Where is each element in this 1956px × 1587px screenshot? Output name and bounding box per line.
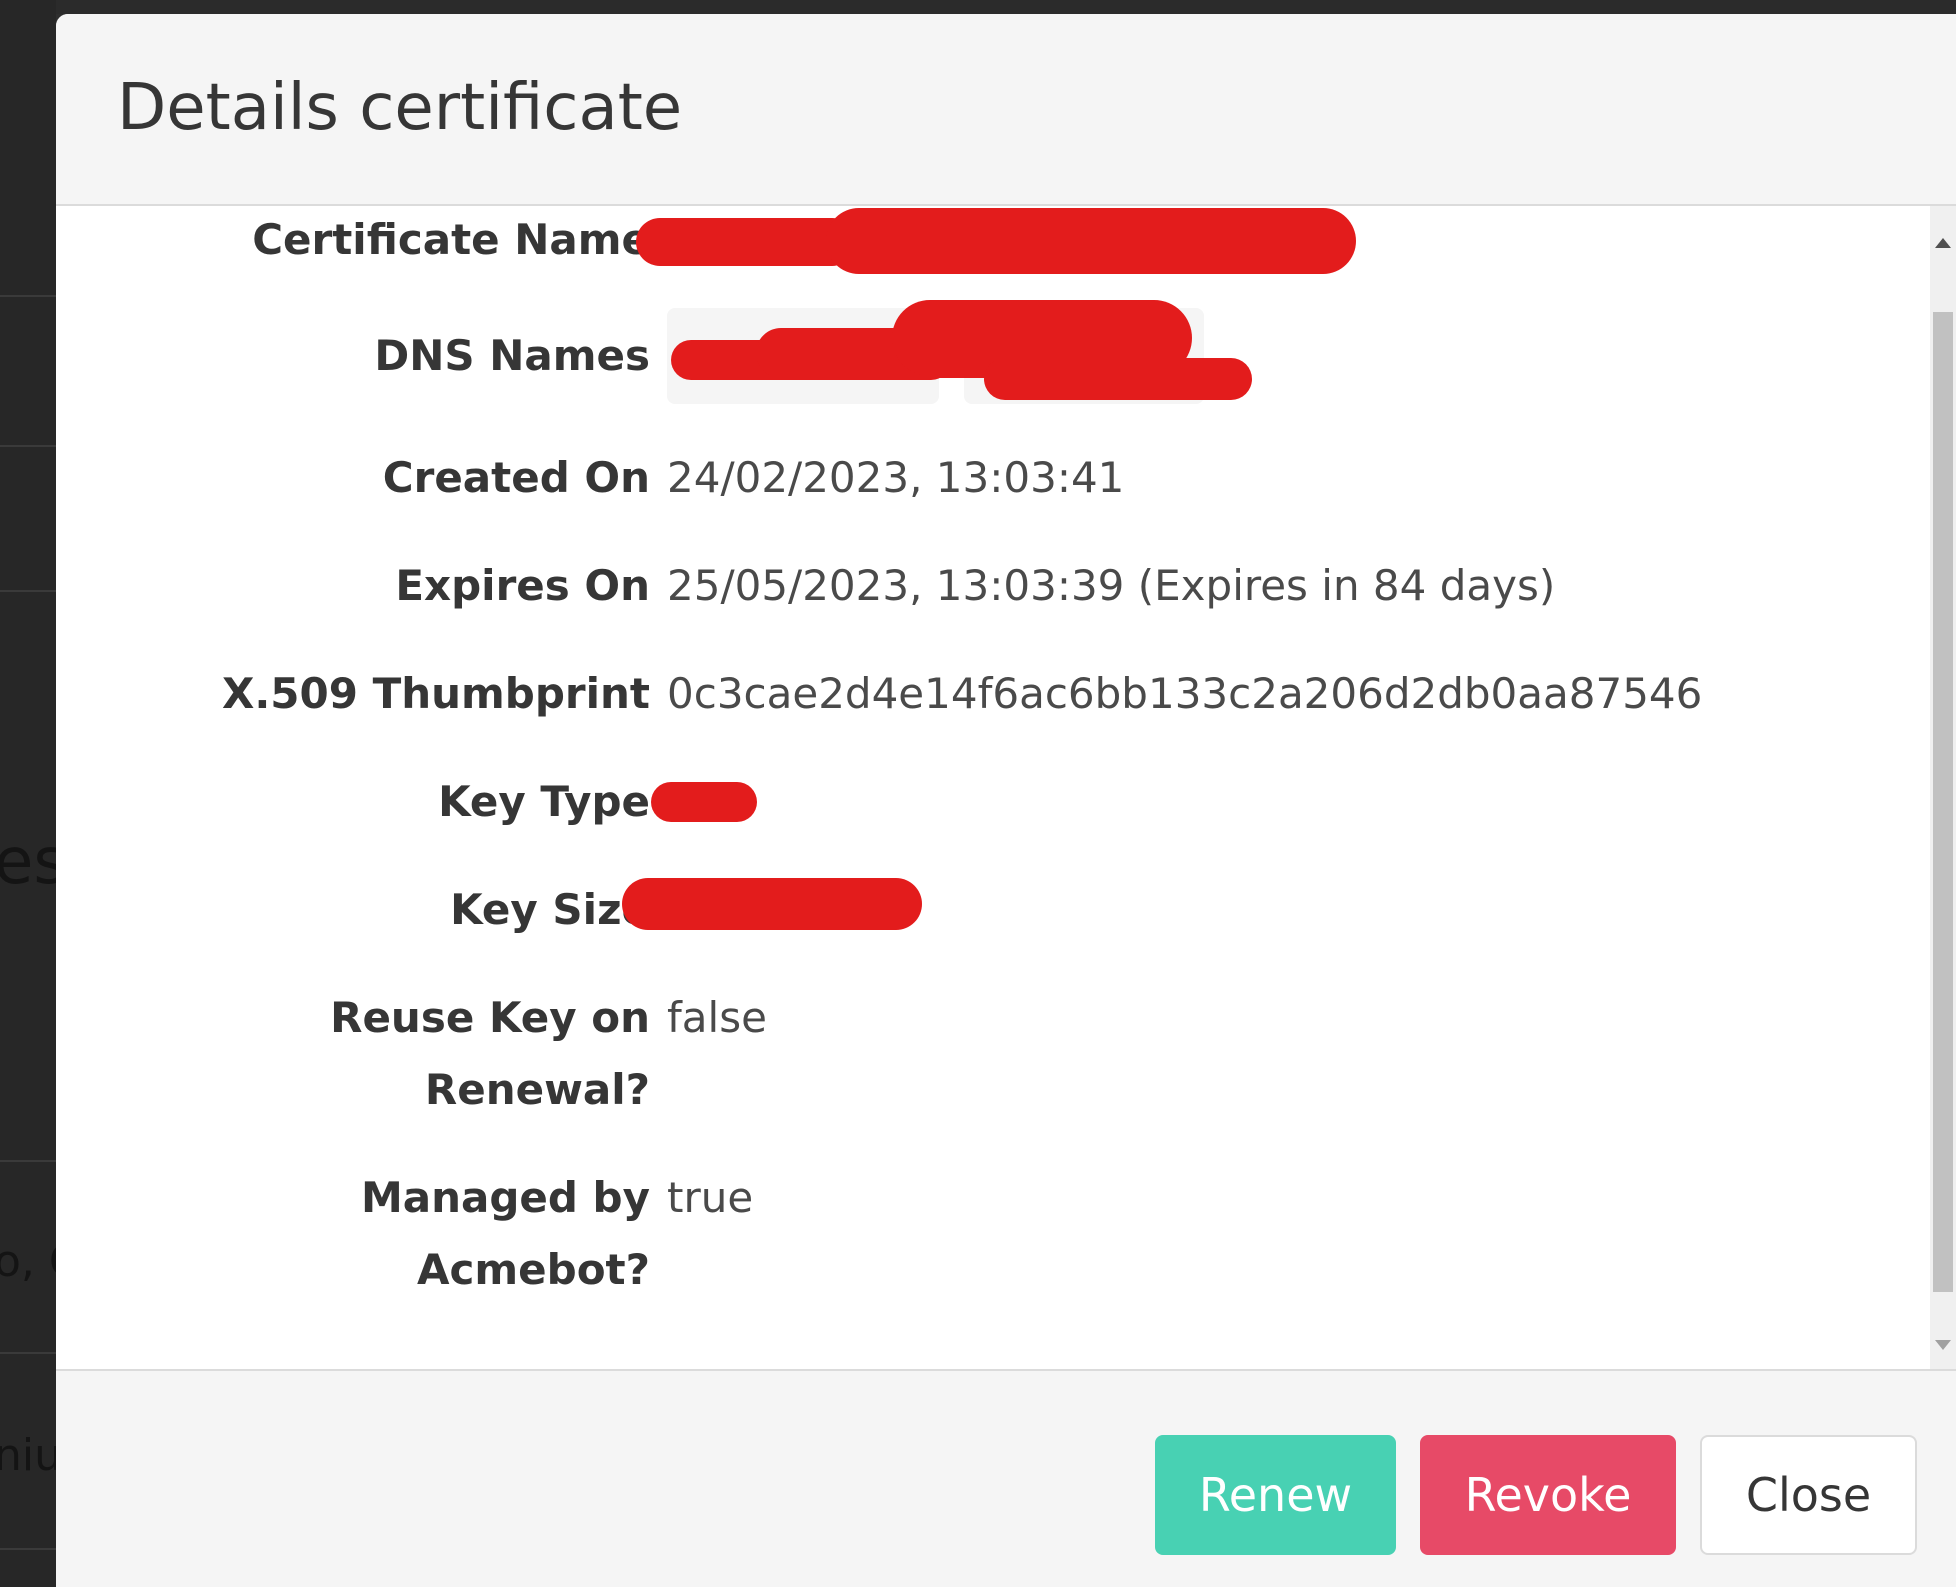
thumbprint-value: 0c3cae2d4e14f6ac6bb133c2a206d2db0aa87546 [667, 669, 1703, 718]
background-partial-text: niu [0, 1430, 56, 1481]
created-on-value: 24/02/2023, 13:03:41 [667, 453, 1125, 502]
managed-label-line1: Managed by [360, 1173, 650, 1222]
certificate-details-modal: Details certificate Certificate Name DNS… [56, 14, 1956, 1587]
modal-body-scrollbar[interactable] [1930, 206, 1956, 1369]
backdrop-top-strip [0, 0, 1956, 14]
modal-header: Details certificate [56, 14, 1956, 206]
certificate-name-label: Certificate Name [252, 215, 650, 264]
redaction-mark [984, 358, 1252, 400]
expires-on-row: Expires On 25/05/2023, 13:03:39 (Expires… [56, 550, 1930, 622]
redaction-mark [826, 208, 1356, 274]
key-size-row: Key Size [56, 874, 1930, 946]
managed-value: true [667, 1173, 754, 1222]
background-divider [0, 1352, 56, 1354]
created-on-row: Created On 24/02/2023, 13:03:41 [56, 442, 1930, 514]
reuse-key-label-line1: Reuse Key on [330, 993, 650, 1042]
reuse-key-label: Reuse Key on Renewal? [110, 982, 650, 1126]
key-size-label: Key Size [450, 885, 650, 934]
redaction-mark [622, 878, 922, 930]
background-partial-heading: es [0, 825, 56, 899]
background-divider [0, 1548, 56, 1550]
created-on-label: Created On [382, 453, 650, 502]
expires-on-value: 25/05/2023, 13:03:39 (Expires in 84 days… [667, 561, 1556, 610]
close-button[interactable]: Close [1700, 1435, 1917, 1555]
background-divider [0, 445, 56, 447]
scroll-up-arrow-icon[interactable] [1935, 238, 1951, 248]
managed-label: Managed by Acmebot? [110, 1162, 650, 1306]
scroll-down-arrow-icon[interactable] [1935, 1340, 1951, 1350]
background-partial-text: o, C [0, 1236, 56, 1287]
modal-title: Details certificate [117, 71, 683, 145]
managed-label-line2: Acmebot? [416, 1245, 650, 1294]
modal-body[interactable]: Certificate Name DNS Names Created On 24… [56, 206, 1930, 1369]
dns-names-label: DNS Names [374, 331, 650, 380]
thumbprint-label: X.509 Thumbprint [221, 669, 650, 718]
thumbprint-row: X.509 Thumbprint 0c3cae2d4e14f6ac6bb133c… [56, 658, 1930, 730]
background-divider [0, 1160, 56, 1162]
scrollbar-thumb[interactable] [1933, 312, 1953, 1292]
expires-on-label: Expires On [395, 561, 650, 610]
renew-button[interactable]: Renew [1155, 1435, 1396, 1555]
certificate-name-row: Certificate Name [56, 206, 1930, 276]
reuse-key-row: Reuse Key on Renewal? false [56, 982, 1930, 1126]
background-divider [0, 590, 56, 592]
modal-footer: Renew Revoke Close [56, 1369, 1956, 1587]
redaction-mark [636, 218, 856, 266]
reuse-key-label-line2: Renewal? [424, 1065, 650, 1114]
revoke-button[interactable]: Revoke [1420, 1435, 1676, 1555]
managed-row: Managed by Acmebot? true [56, 1162, 1930, 1306]
dns-names-row: DNS Names [56, 300, 1930, 410]
background-divider [0, 295, 56, 297]
redaction-mark [651, 782, 757, 822]
background-page: es o, C niu [0, 0, 56, 1587]
reuse-key-value: false [667, 993, 767, 1042]
key-type-row: Key Type [56, 766, 1930, 838]
key-type-label: Key Type [438, 777, 650, 826]
